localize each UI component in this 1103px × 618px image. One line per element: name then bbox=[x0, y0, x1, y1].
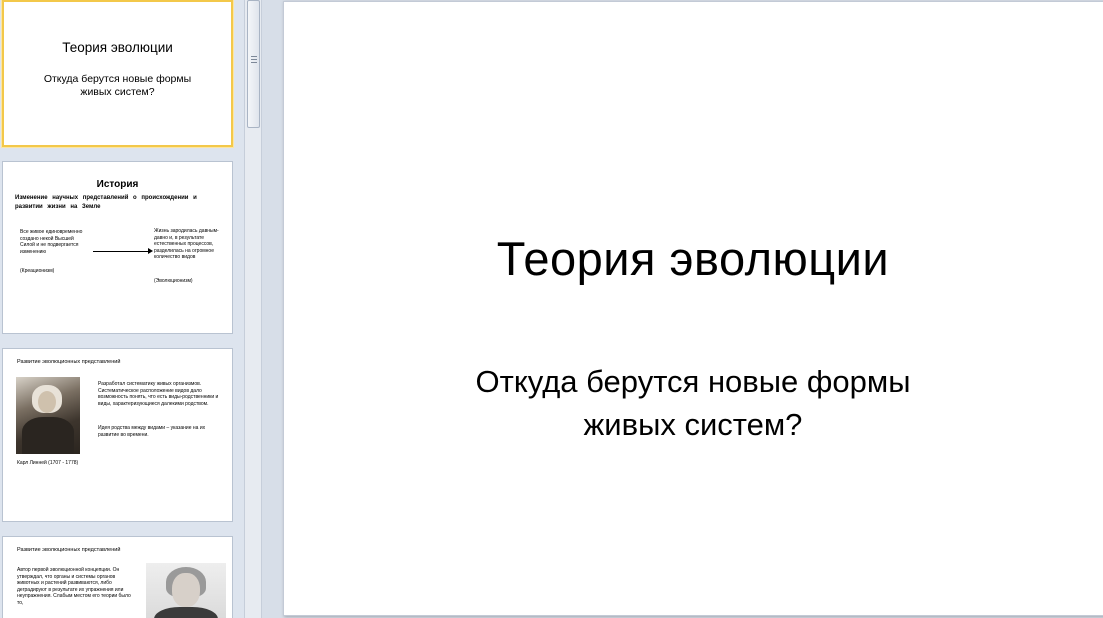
thumbnails-scrollbar[interactable] bbox=[244, 0, 262, 618]
thumbnail-2-right-text: Жизнь зародилась давным-давно и, в резул… bbox=[154, 228, 219, 260]
thumbnail-2-title: История bbox=[96, 179, 139, 190]
slide-title[interactable]: Теория эволюции bbox=[284, 231, 1102, 286]
portrait-body bbox=[22, 417, 74, 454]
scrollbar-thumb[interactable] bbox=[247, 0, 260, 128]
arrow-right-icon bbox=[148, 248, 153, 254]
thumbnail-3-text-2: Идея родства между видами – указание на … bbox=[98, 425, 206, 438]
thumbnail-3-text-1: Разработал систематику живых организмов.… bbox=[98, 381, 219, 407]
portrait-face bbox=[172, 573, 200, 607]
slide-subtitle-line1: Откуда берутся новые формы bbox=[475, 364, 911, 399]
presentation-editor: Теория эволюции Откуда берутся новые фор… bbox=[0, 0, 1103, 618]
portrait-face bbox=[38, 391, 56, 413]
thumbnail-2-left-tag: (Креационизм) bbox=[20, 268, 55, 274]
linnaeus-portrait-image bbox=[16, 377, 80, 454]
slide-editing-area: Теория эволюции Откуда берутся новые фор… bbox=[262, 0, 1103, 618]
slide-thumbnails-pane: Теория эволюции Откуда берутся новые фор… bbox=[0, 0, 244, 618]
thumbnail-2-left-text: Все живое единовременно создано некой Вы… bbox=[20, 229, 83, 255]
thumbnail-3-caption: Карл Линней (1707 - 1778) bbox=[17, 460, 79, 466]
portrait-body bbox=[154, 607, 218, 618]
grip-lines-icon bbox=[251, 56, 257, 63]
arrow-line bbox=[93, 251, 151, 252]
slide-thumbnail-3[interactable]: Развитие эволюционных представлений Карл… bbox=[2, 348, 233, 522]
current-slide-canvas[interactable]: Теория эволюции Откуда берутся новые фор… bbox=[283, 1, 1103, 616]
slide-subtitle-line2: живых систем? bbox=[583, 407, 803, 442]
slide-thumbnail-1[interactable]: Теория эволюции Откуда берутся новые фор… bbox=[2, 0, 233, 147]
thumbnail-1-title: Теория эволюции bbox=[62, 40, 173, 55]
slide-thumbnail-4[interactable]: Развитие эволюционных представлений Авто… bbox=[2, 536, 233, 618]
thumbnail-1-subtitle-line1: Откуда берутся новые формы bbox=[43, 73, 192, 85]
thumbnail-4-text: Автор первой эволюционной концепции. Он … bbox=[17, 567, 131, 606]
slide-thumbnail-2[interactable]: История Изменение научных представлений … bbox=[2, 161, 233, 334]
thumbnail-2-right-tag: (Эволюционизм) bbox=[154, 278, 193, 284]
lamarck-portrait-image bbox=[146, 563, 226, 618]
thumbnail-3-heading: Развитие эволюционных представлений bbox=[17, 359, 121, 365]
slide-subtitle[interactable]: Откуда берутся новые формы живых систем? bbox=[284, 360, 1102, 446]
thumbnail-2-subtitle: Изменение научных представлений о происх… bbox=[15, 195, 197, 210]
thumbnail-1-subtitle: Откуда берутся новые формы живых систем? bbox=[34, 73, 201, 99]
thumbnail-4-heading: Развитие эволюционных представлений bbox=[17, 547, 121, 553]
thumbnail-1-subtitle-line2: живых систем? bbox=[80, 86, 155, 98]
